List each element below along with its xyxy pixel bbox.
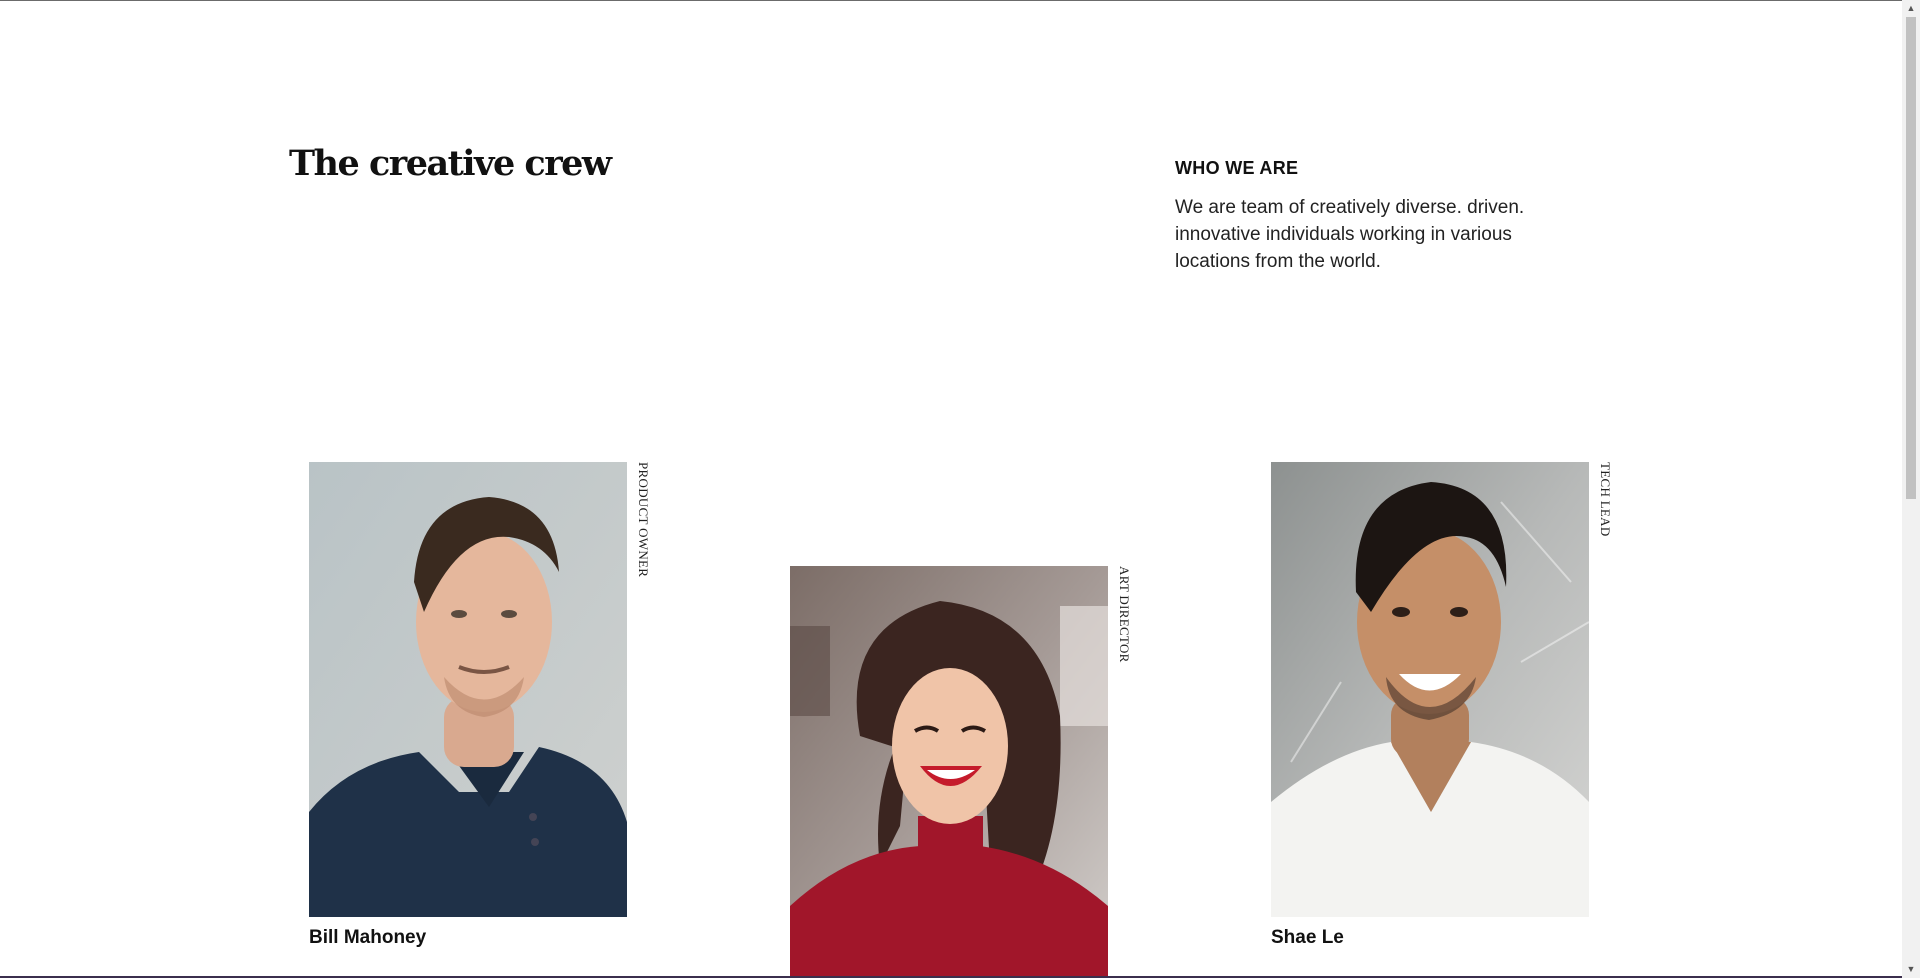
who-we-are-heading: WHO WE ARE (1175, 158, 1299, 178)
scroll-down-arrow-icon[interactable]: ▼ (1902, 961, 1920, 978)
portrait-man-navy-polo-image (309, 462, 627, 917)
team-role-label: ART DIRECTOR (1117, 566, 1132, 663)
team-photo-bill-mahoney (309, 462, 627, 917)
page-content: The creative crew WHO WE ARE We are team… (0, 0, 1902, 978)
team-photo-shae-le (1271, 462, 1589, 917)
team-member-name: Shae Le (1271, 927, 1344, 948)
scrollbar-thumb[interactable] (1906, 17, 1916, 499)
portrait-man-white-tee-image (1271, 462, 1589, 917)
portrait-woman-red-sweater-image (790, 566, 1108, 978)
vertical-scrollbar[interactable]: ▲ ▼ (1902, 0, 1920, 978)
scroll-up-arrow-icon[interactable]: ▲ (1902, 0, 1920, 17)
team-photo-art-director (790, 566, 1108, 978)
page-title: The creative crew (289, 143, 612, 184)
who-we-are-description: We are team of creatively diverse. drive… (1175, 197, 1525, 272)
team-member-name: Bill Mahoney (309, 927, 427, 948)
team-role-label: TECH LEAD (1598, 462, 1613, 537)
team-role-label: PRODUCT OWNER (636, 462, 651, 578)
